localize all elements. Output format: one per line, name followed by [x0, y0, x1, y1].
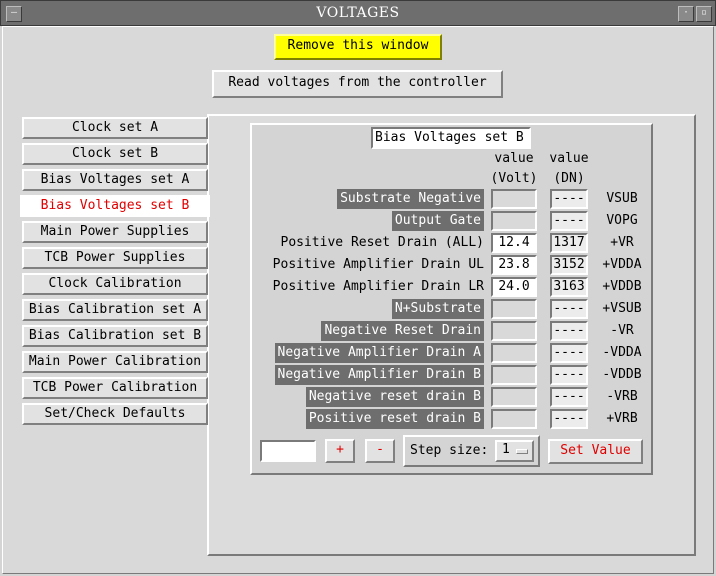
row-label-wrap: Negative Reset Drain [255, 321, 484, 341]
volt-entry[interactable] [491, 365, 537, 385]
value-input[interactable] [260, 440, 316, 462]
row-label: Negative Amplifier Drain B [274, 365, 484, 385]
sidebar-item-tcb-power-calibration[interactable]: TCB Power Calibration [22, 377, 208, 399]
group-title: Bias Voltages set B [371, 127, 531, 149]
row-label: N+Substrate [391, 299, 484, 319]
column-header-volt: value (Volt) [489, 149, 539, 189]
volt-entry[interactable] [491, 321, 537, 341]
row-label: Positive Amplifier Drain UL [272, 257, 484, 272]
dn-readout: ---- [550, 343, 588, 363]
row-label: Negative reset drain B [305, 387, 484, 407]
signal-code: -VRB [606, 389, 638, 404]
row-label: Negative Amplifier Drain A [274, 343, 484, 363]
title-bar[interactable]: – VOLTAGES · ▫ [0, 0, 716, 26]
column-header-volt-line1: value [494, 151, 534, 166]
column-header-dn-line2: (DN) [553, 171, 585, 186]
signal-code: +VDDB [602, 279, 642, 294]
sidebar-item-clock-set-a[interactable]: Clock set A [22, 117, 208, 139]
read-voltages-button[interactable]: Read voltages from the controller [212, 70, 503, 98]
option-menu-indicator-icon [516, 449, 528, 454]
signal-code: -VDDA [602, 345, 642, 360]
sidebar-item-bias-calibration-set-a[interactable]: Bias Calibration set A [22, 299, 208, 321]
step-size-select[interactable]: 1 [495, 440, 534, 462]
row-label-wrap: Positive Amplifier Drain LR [255, 277, 484, 297]
row-label: Positive Amplifier Drain LR [272, 279, 484, 294]
set-value-button[interactable]: Set Value [548, 439, 643, 464]
signal-code: +VRB [606, 411, 638, 426]
dn-readout: ---- [550, 211, 588, 231]
row-label: Negative Reset Drain [321, 321, 484, 341]
dn-readout: 3152 [550, 255, 588, 275]
column-header-dn-line1: value [549, 151, 589, 166]
row-label-wrap: Negative Amplifier Drain B [255, 365, 484, 385]
row-label-wrap: Positive reset drain B [255, 409, 484, 429]
row-label-wrap: Positive Amplifier Drain UL [255, 255, 484, 275]
row-label: Output Gate [391, 211, 484, 231]
sidebar-item-clock-calibration[interactable]: Clock Calibration [22, 273, 208, 295]
column-header-volt-line2: (Volt) [490, 171, 538, 186]
step-size-label: Step size: [410, 443, 489, 458]
dn-readout: ---- [550, 365, 588, 385]
signal-code: -VDDB [602, 367, 642, 382]
increment-button[interactable]: + [325, 439, 355, 463]
window-title: VOLTAGES [316, 5, 400, 21]
row-label-wrap: Output Gate [255, 211, 484, 231]
sidebar-item-bias-voltages-set-a[interactable]: Bias Voltages set A [22, 169, 208, 191]
volt-entry[interactable]: 12.4 [491, 233, 537, 253]
step-size-value: 1 [502, 442, 510, 457]
volt-entry[interactable] [491, 211, 537, 231]
volt-entry[interactable]: 24.0 [491, 277, 537, 297]
dn-readout: 1317 [550, 233, 588, 253]
row-label-wrap: Negative Amplifier Drain A [255, 343, 484, 363]
volt-entry[interactable] [491, 387, 537, 407]
maximize-button[interactable]: ▫ [696, 6, 712, 22]
sidebar-item-tcb-power-supplies[interactable]: TCB Power Supplies [22, 247, 208, 269]
volt-entry[interactable] [491, 343, 537, 363]
sidebar-item-clock-set-b[interactable]: Clock set B [22, 143, 208, 165]
row-label-wrap: Negative reset drain B [255, 387, 484, 407]
column-header-dn: value (DN) [544, 149, 594, 189]
signal-code: VOPG [606, 213, 638, 228]
sidebar-item-set-check-defaults[interactable]: Set/Check Defaults [22, 403, 208, 425]
row-label-wrap: N+Substrate [255, 299, 484, 319]
dn-readout: ---- [550, 189, 588, 209]
signal-code: +VSUB [602, 301, 642, 316]
row-label: Positive reset drain B [305, 409, 484, 429]
minimize-button[interactable]: · [678, 6, 694, 22]
dn-readout: 3163 [550, 277, 588, 297]
dn-readout: ---- [550, 387, 588, 407]
dot-icon: · [682, 7, 690, 18]
row-label-wrap: Positive Reset Drain (ALL) [255, 233, 485, 253]
volt-entry[interactable] [491, 299, 537, 319]
row-label-wrap: Substrate Negative [255, 189, 484, 209]
sidebar-item-main-power-supplies[interactable]: Main Power Supplies [22, 221, 208, 243]
dn-readout: ---- [550, 409, 588, 429]
volt-entry[interactable] [491, 189, 537, 209]
row-label: Substrate Negative [337, 189, 484, 209]
dn-readout: ---- [550, 299, 588, 319]
signal-code: +VR [610, 235, 634, 250]
dn-readout: ---- [550, 321, 588, 341]
sidebar-item-bias-calibration-set-b[interactable]: Bias Calibration set B [22, 325, 208, 347]
sidebar-item-bias-voltages-set-b[interactable]: Bias Voltages set B [20, 195, 210, 217]
volt-entry[interactable]: 23.8 [491, 255, 537, 275]
sidebar-item-main-power-calibration[interactable]: Main Power Calibration [22, 351, 208, 373]
row-label: Positive Reset Drain (ALL) [280, 235, 485, 250]
decrement-button[interactable]: - [365, 439, 395, 463]
volt-entry[interactable] [491, 409, 537, 429]
signal-code: VSUB [606, 191, 638, 206]
signal-code: -VR [610, 323, 634, 338]
signal-code: +VDDA [602, 257, 642, 272]
square-icon: ▫ [700, 7, 708, 18]
remove-window-button[interactable]: Remove this window [274, 34, 442, 60]
